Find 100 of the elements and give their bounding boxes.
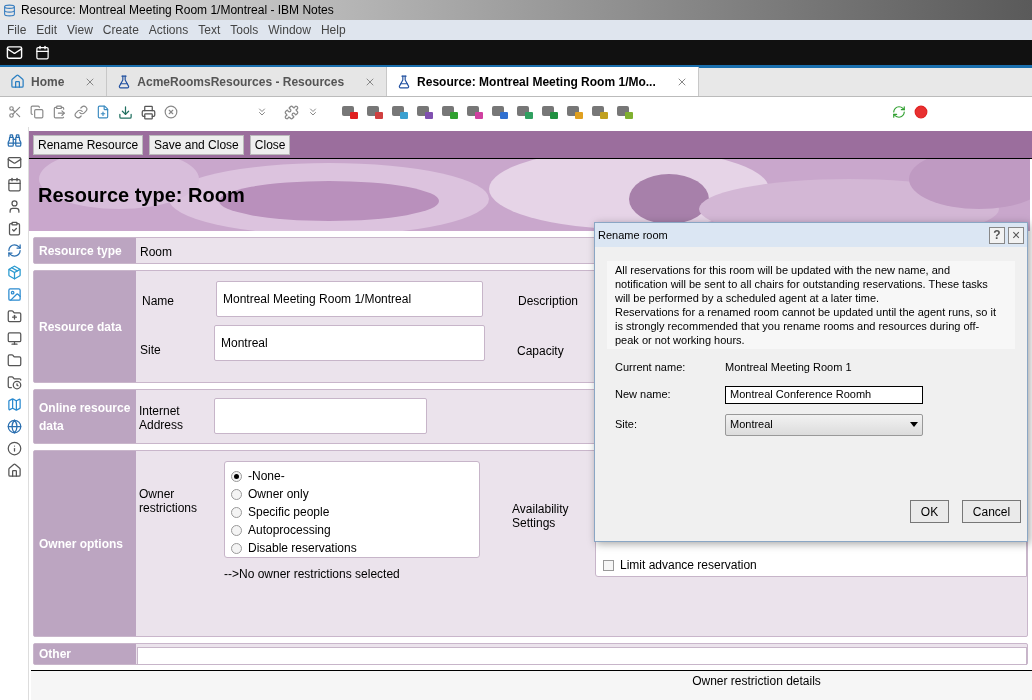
- name-field[interactable]: Montreal Meeting Room 1/Montreal: [216, 281, 483, 317]
- tool-icon[interactable]: [516, 104, 534, 120]
- menu-item[interactable]: Help: [315, 21, 351, 39]
- tool-icon[interactable]: [591, 104, 609, 120]
- tab[interactable]: Resource: Montreal Meeting Room 1/Mo...: [387, 67, 699, 96]
- tool-icon[interactable]: [416, 104, 434, 120]
- radio-button[interactable]: [231, 524, 242, 536]
- tool-icon[interactable]: [541, 104, 559, 120]
- menu-item[interactable]: Tools: [225, 21, 264, 39]
- radio-button[interactable]: [231, 542, 242, 554]
- radio-option[interactable]: -None-: [231, 467, 479, 485]
- new-document-icon[interactable]: [96, 105, 110, 119]
- person-icon[interactable]: [6, 199, 22, 214]
- dialog-title: Rename room: [598, 227, 669, 243]
- folder-icon[interactable]: [6, 353, 22, 368]
- message-text: All reservations for this room will be updated with the new name, and notification will be sent to all chairs for outstanding reservations. These tasks will be performed by a scheduled agent at a later time.: [615, 263, 989, 305]
- link-icon[interactable]: [74, 105, 88, 119]
- details-label: Owner restriction details: [692, 673, 821, 690]
- page-heading: Resource type: Room: [38, 183, 245, 208]
- tool-icon[interactable]: [441, 104, 459, 120]
- tool-icon[interactable]: [341, 104, 359, 120]
- stop-icon[interactable]: [914, 105, 928, 119]
- overflow-icon[interactable]: [256, 106, 268, 118]
- radio-option[interactable]: Autoprocessing: [231, 521, 479, 539]
- tool-icon[interactable]: [366, 104, 384, 120]
- mail-icon[interactable]: [6, 155, 22, 170]
- binoculars-icon[interactable]: [6, 133, 22, 148]
- radio-option[interactable]: Specific people: [231, 503, 479, 521]
- menu-item[interactable]: Edit: [31, 21, 63, 39]
- mail-icon[interactable]: [6, 44, 23, 61]
- field-label: Internet Address: [139, 404, 185, 432]
- section-label: Owner options: [39, 535, 123, 553]
- address-field[interactable]: [214, 398, 427, 434]
- menu-item[interactable]: Actions: [143, 21, 194, 39]
- field-label: Site:: [615, 417, 638, 433]
- tab[interactable]: AcmeRoomsResources - Resources: [107, 67, 388, 96]
- folder-icon[interactable]: [6, 309, 22, 324]
- sync-icon[interactable]: [6, 243, 22, 258]
- dialog-button[interactable]: Cancel: [962, 500, 1021, 523]
- limit-checkbox-row[interactable]: Limit advance reservation: [603, 556, 757, 574]
- section-label: Other: [39, 646, 71, 663]
- menu-item[interactable]: Window: [263, 21, 316, 39]
- help-button[interactable]: ?: [989, 226, 1005, 244]
- other-field[interactable]: [137, 647, 1027, 665]
- section-label: Resource type: [39, 242, 122, 260]
- field-label: New name:: [615, 387, 672, 403]
- image-icon[interactable]: [6, 287, 22, 302]
- download-icon[interactable]: [118, 104, 133, 120]
- tool-icon[interactable]: [491, 104, 509, 120]
- tool-icon[interactable]: [391, 104, 409, 120]
- close-button[interactable]: ×: [1008, 226, 1024, 244]
- radio-button[interactable]: [231, 506, 242, 518]
- globe-icon[interactable]: [6, 419, 22, 434]
- app-icon: [3, 3, 16, 17]
- monitor-icon[interactable]: [6, 331, 22, 346]
- site-dropdown[interactable]: Montreal: [725, 413, 923, 436]
- field-label: Name: [142, 293, 174, 310]
- action-button[interactable]: Rename Resource: [33, 134, 144, 155]
- menu-item[interactable]: View: [62, 21, 98, 39]
- field-label: Availability Settings: [512, 502, 570, 530]
- radio-option[interactable]: Owner only: [231, 485, 479, 503]
- field-label: Site: [140, 342, 161, 359]
- package-icon[interactable]: [6, 265, 22, 280]
- paste-icon[interactable]: [52, 105, 66, 119]
- overflow-icon[interactable]: [307, 106, 319, 118]
- print-icon[interactable]: [141, 104, 156, 120]
- puzzle-icon[interactable]: [284, 104, 299, 120]
- clipboard-icon[interactable]: [6, 221, 22, 236]
- calendar-icon[interactable]: [6, 177, 22, 192]
- action-button[interactable]: Close: [249, 134, 291, 155]
- checkbox[interactable]: [603, 559, 614, 571]
- radio-button[interactable]: [231, 488, 242, 500]
- copy-icon[interactable]: [30, 105, 44, 119]
- radio-button[interactable]: [231, 470, 242, 482]
- field-label: Owner restrictions: [139, 487, 198, 515]
- field-label: Description: [518, 293, 579, 310]
- status-note: -->No owner restrictions selected: [224, 566, 400, 583]
- site-field[interactable]: Montreal: [214, 325, 485, 361]
- dialog-button[interactable]: OK: [910, 500, 949, 523]
- tool-icon[interactable]: [616, 104, 634, 120]
- field-value: Room: [140, 244, 172, 261]
- tab[interactable]: Home: [0, 67, 108, 96]
- menu-item[interactable]: File: [2, 21, 32, 39]
- menu-item[interactable]: Text: [193, 21, 226, 39]
- radio-option[interactable]: Disable reservations: [231, 539, 479, 557]
- cancel-icon[interactable]: [164, 105, 178, 119]
- menu-item[interactable]: Create: [97, 21, 144, 39]
- field-label: Current name:: [615, 360, 687, 375]
- action-button[interactable]: Save and Close: [149, 134, 244, 155]
- folder-clock-icon[interactable]: [6, 375, 22, 390]
- new-name-field[interactable]: Montreal Conference Roomh: [725, 385, 923, 404]
- refresh-icon[interactable]: [892, 105, 906, 119]
- map-icon[interactable]: [6, 397, 22, 412]
- section-label: Online resource data: [39, 399, 131, 435]
- dropdown-caret-icon: [910, 422, 918, 427]
- info-icon[interactable]: [6, 441, 22, 456]
- cut-icon[interactable]: [8, 105, 22, 119]
- home-icon[interactable]: [6, 463, 22, 478]
- tool-icon[interactable]: [466, 104, 484, 120]
- tool-icon[interactable]: [566, 104, 584, 120]
